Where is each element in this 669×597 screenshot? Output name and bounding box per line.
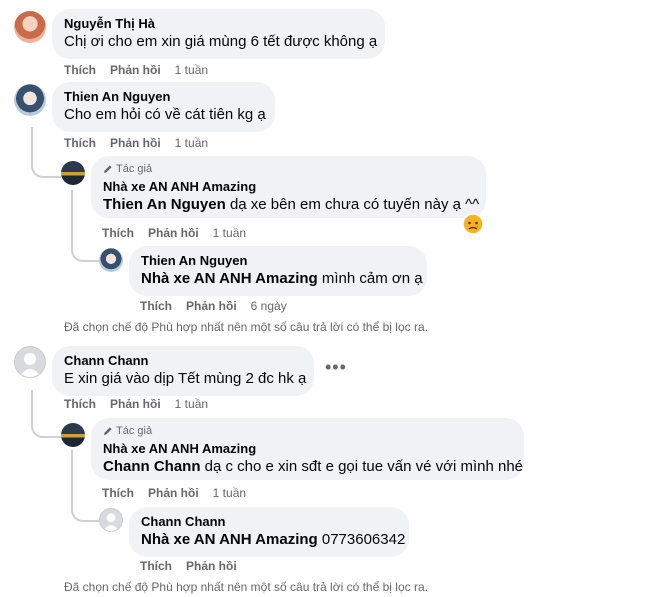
comment-author[interactable]: Nhà xe AN ANH Amazing xyxy=(103,441,512,457)
like-button[interactable]: Thích xyxy=(102,486,134,500)
thread-line xyxy=(31,127,61,178)
avatar[interactable] xyxy=(14,11,46,43)
filtered-notice: Đã chọn chế độ Phù hợp nhất nên một số c… xyxy=(64,320,428,334)
default-avatar-icon xyxy=(19,353,41,377)
comment-actions: Thích Phản hồi xyxy=(140,558,265,574)
reply-button[interactable]: Phản hồi xyxy=(110,397,161,411)
like-button[interactable]: Thích xyxy=(102,226,134,240)
reply-button[interactable]: Phản hồi xyxy=(148,486,199,500)
avatar[interactable] xyxy=(99,248,123,272)
author-badge-label: Tác giả xyxy=(116,425,153,437)
comment-author[interactable]: Chann Chann xyxy=(141,514,397,530)
comment-actions: Thích Phản hồi 1 tuần xyxy=(102,485,260,501)
reply-button[interactable]: Phản hồi xyxy=(186,559,237,573)
comment-text: Cho em hỏi có về cát tiên kg ạ xyxy=(64,106,266,123)
reply-button[interactable]: Phản hồi xyxy=(110,63,161,77)
mention-tag[interactable]: Nhà xe AN ANH Amazing xyxy=(141,270,318,287)
comment-actions: Thích Phản hồi 1 tuần xyxy=(102,225,260,241)
comment-time[interactable]: 1 tuần xyxy=(213,486,246,500)
comment-text: Chann Chann dạ c cho e xin sđt e gọi tue… xyxy=(103,458,524,475)
comment-author[interactable]: Nhà xe AN ANH Amazing xyxy=(103,179,474,195)
comment-text: E xin giá vào dịp Tết mùng 2 đc hk ạ xyxy=(64,370,307,387)
comment-time[interactable]: 1 tuần xyxy=(175,136,208,150)
comment-text: Nhà xe AN ANH Amazing mình cảm ơn ạ xyxy=(141,270,423,287)
reply-button[interactable]: Phản hồi xyxy=(110,136,161,150)
comment-author[interactable]: Nguyễn Thị Hà xyxy=(64,16,373,32)
avatar[interactable] xyxy=(61,161,85,185)
comment-time[interactable]: 1 tuần xyxy=(175,397,208,411)
avatar[interactable] xyxy=(14,346,46,378)
comment-bubble: Thien An Nguyen Nhà xe AN ANH Amazing mì… xyxy=(129,246,427,296)
comment-actions: Thích Phản hồi 1 tuần xyxy=(64,396,222,412)
comment-author[interactable]: Chann Chann xyxy=(64,353,302,369)
comment-text: Thien An Nguyen dạ xe bên em chưa có tuy… xyxy=(103,196,480,213)
like-button[interactable]: Thích xyxy=(64,136,96,150)
avatar[interactable] xyxy=(61,423,85,447)
default-avatar-icon xyxy=(102,513,120,531)
author-badge: Tác giả xyxy=(103,162,474,176)
comment-bubble: Chann Chann E xin giá vào dịp Tết mùng 2… xyxy=(52,346,314,396)
comment-time[interactable]: 1 tuần xyxy=(213,226,246,240)
mention-tag[interactable]: Chann Chann xyxy=(103,458,201,475)
filtered-notice: Đã chọn chế độ Phù hợp nhất nên một số c… xyxy=(64,580,428,594)
comment-actions: Thích Phản hồi 6 ngày xyxy=(140,298,301,314)
comment-author[interactable]: Thien An Nguyen xyxy=(64,89,263,105)
like-button[interactable]: Thích xyxy=(64,397,96,411)
comment-bubble: Thien An Nguyen Cho em hỏi có về cát tiê… xyxy=(52,82,275,132)
avatar[interactable] xyxy=(99,508,123,532)
like-button[interactable]: Thích xyxy=(140,559,172,573)
comment-actions: Thích Phản hồi 1 tuần xyxy=(64,62,222,78)
sad-reaction-icon[interactable] xyxy=(462,213,484,235)
reply-button[interactable]: Phản hồi xyxy=(148,226,199,240)
comment-bubble: Tác giả Nhà xe AN ANH Amazing Chann Chan… xyxy=(91,418,524,480)
author-badge-label: Tác giả xyxy=(116,163,153,175)
mention-tag[interactable]: Nhà xe AN ANH Amazing xyxy=(141,531,318,548)
comment-actions: Thích Phản hồi 1 tuần xyxy=(64,135,222,151)
like-button[interactable]: Thích xyxy=(140,299,172,313)
comment-bubble: Tác giả Nhà xe AN ANH Amazing Thien An N… xyxy=(91,156,486,218)
comment-time[interactable]: 1 tuần xyxy=(175,63,208,77)
comment-time[interactable]: 6 ngày xyxy=(251,299,287,313)
comment-bubble: Chann Chann Nhà xe AN ANH Amazing 077360… xyxy=(129,507,409,557)
thread-line xyxy=(31,390,61,438)
more-options-icon[interactable]: ••• xyxy=(325,358,347,376)
like-button[interactable]: Thích xyxy=(64,63,96,77)
pencil-icon xyxy=(104,165,112,173)
comment-bubble: Nguyễn Thị Hà Chị ơi cho em xin giá mùng… xyxy=(52,9,385,59)
author-badge: Tác giả xyxy=(103,424,512,438)
comment-text: Chị ơi cho em xin giá mùng 6 tết được kh… xyxy=(64,33,378,50)
comment-text: Nhà xe AN ANH Amazing 0773606342 xyxy=(141,531,406,548)
reply-button[interactable]: Phản hồi xyxy=(186,299,237,313)
pencil-icon xyxy=(104,427,112,435)
mention-tag[interactable]: Thien An Nguyen xyxy=(103,196,226,213)
comment-author[interactable]: Thien An Nguyen xyxy=(141,253,415,269)
avatar[interactable] xyxy=(14,84,46,116)
